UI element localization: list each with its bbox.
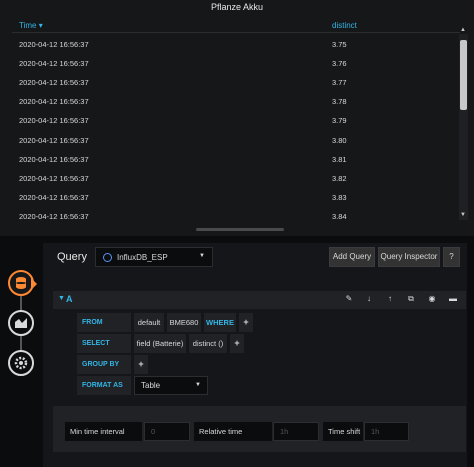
panel-resize-handle[interactable] [196, 228, 284, 231]
arrow-up-icon[interactable]: ↑ [384, 294, 396, 303]
time-shift-label: Time shift [323, 422, 363, 441]
table-row: 2020-04-12 16:56:37 3.79 [12, 111, 460, 130]
cell-time: 2020-04-12 16:56:37 [19, 59, 89, 68]
from-label: FROM [77, 313, 131, 332]
min-interval-input[interactable]: 0 [144, 422, 190, 441]
cell-time: 2020-04-12 16:56:37 [19, 40, 89, 49]
table-row: 2020-04-12 16:56:37 3.83 [12, 188, 460, 207]
cell-time: 2020-04-12 16:56:37 [19, 174, 89, 183]
datasource-select[interactable]: InfluxDB_ESP ▼ [95, 247, 213, 267]
cell-time: 2020-04-12 16:56:37 [19, 116, 89, 125]
group-by-label: GROUP BY [77, 355, 131, 374]
cell-value: 3.77 [332, 78, 347, 87]
cell-value: 3.82 [332, 174, 347, 183]
cell-time: 2020-04-12 16:56:37 [19, 78, 89, 87]
add-select-button[interactable]: + [230, 334, 244, 353]
cell-time: 2020-04-12 16:56:37 [19, 136, 89, 145]
cell-value: 3.76 [332, 59, 347, 68]
datasource-name: InfluxDB_ESP [117, 253, 168, 262]
table-scrollbar[interactable] [459, 34, 468, 220]
measurement[interactable]: BME680 [167, 313, 201, 332]
collapse-icon[interactable]: ▼ [58, 295, 65, 302]
trash-icon[interactable]: ▬ [447, 294, 459, 303]
select-function[interactable]: distinct () [189, 334, 227, 353]
format-as-label: FORMAT AS [77, 376, 131, 395]
cell-value: 3.83 [332, 193, 347, 202]
retention-policy[interactable]: default [134, 313, 164, 332]
cell-value: 3.80 [332, 136, 347, 145]
query-ref: A [66, 294, 73, 304]
scroll-up-icon[interactable]: ▲ [460, 27, 466, 33]
add-query-button[interactable]: Add Query [329, 247, 375, 267]
relative-time-input[interactable]: 1h [273, 422, 319, 441]
cell-value: 3.75 [332, 40, 347, 49]
table-row: 2020-04-12 16:56:37 3.81 [12, 150, 460, 169]
column-header-distinct[interactable]: distinct [332, 21, 357, 30]
panel-title[interactable]: Pflanze Akku [0, 2, 474, 12]
cell-value: 3.78 [332, 97, 347, 106]
cell-value: 3.81 [332, 155, 347, 164]
chevron-down-icon: ▼ [195, 382, 201, 388]
header-divider [12, 32, 460, 33]
time-shift-input[interactable]: 1h [364, 422, 409, 441]
cell-time: 2020-04-12 16:56:37 [19, 212, 89, 221]
table-row: 2020-04-12 16:56:37 3.78 [12, 92, 460, 111]
table-row: 2020-04-12 16:56:37 3.75 [12, 35, 460, 54]
table-panel: Pflanze Akku Time ▾ distinct 2020-04-12 … [0, 0, 474, 236]
format-value: Table [141, 381, 161, 390]
query-inspector-button[interactable]: Query Inspector [378, 247, 440, 267]
copy-icon[interactable]: ⧉ [405, 294, 417, 304]
table-row: 2020-04-12 16:56:37 3.80 [12, 131, 460, 150]
gear-icon[interactable] [8, 350, 34, 376]
pencil-icon[interactable]: ✎ [343, 294, 355, 303]
column-header-time[interactable]: Time ▾ [19, 21, 43, 30]
cell-time: 2020-04-12 16:56:37 [19, 193, 89, 202]
add-group-by-button[interactable]: + [134, 355, 148, 374]
table-row: 2020-04-12 16:56:37 3.77 [12, 73, 460, 92]
relative-time-label: Relative time [194, 422, 272, 441]
add-where-button[interactable]: + [239, 313, 253, 332]
min-interval-label: Min time interval [65, 422, 142, 441]
table-row: 2020-04-12 16:56:37 3.76 [12, 54, 460, 73]
scroll-thumb[interactable] [460, 40, 467, 110]
chevron-down-icon: ▼ [199, 253, 205, 259]
table-row: 2020-04-12 16:56:37 3.82 [12, 169, 460, 188]
select-field[interactable]: field (Batterie) [134, 334, 186, 353]
cell-time: 2020-04-12 16:56:37 [19, 97, 89, 106]
scroll-down-icon[interactable]: ▼ [460, 212, 466, 218]
arrow-down-icon[interactable]: ↓ [363, 294, 375, 303]
eye-icon[interactable]: ◉ [426, 294, 438, 303]
format-select[interactable]: Table ▼ [134, 376, 208, 395]
cell-value: 3.84 [332, 212, 347, 221]
query-row-header[interactable]: ▼ A ✎ ↓ ↑ ⧉ ◉ ▬ [53, 291, 466, 309]
select-label: SELECT [77, 334, 131, 353]
datasource-icon [103, 253, 112, 262]
chart-area-icon[interactable] [8, 310, 34, 336]
query-label: Query [57, 251, 87, 263]
active-indicator [31, 278, 37, 290]
cell-time: 2020-04-12 16:56:37 [19, 155, 89, 164]
where-keyword: WHERE [204, 313, 236, 332]
cell-value: 3.79 [332, 116, 347, 125]
table-row: 2020-04-12 16:56:37 3.84 [12, 207, 460, 226]
help-button[interactable]: ? [443, 247, 460, 267]
